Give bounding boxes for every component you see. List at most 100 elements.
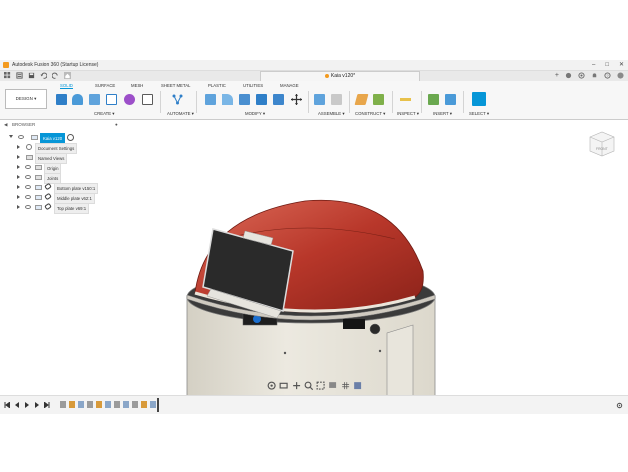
extensions-icon[interactable] xyxy=(565,72,572,79)
job-status-icon[interactable] xyxy=(578,72,585,79)
chamfer-icon[interactable] xyxy=(239,94,250,105)
new-tab-icon[interactable]: + xyxy=(555,72,559,80)
workspace-switcher-button[interactable]: DESIGN ▾ xyxy=(5,89,47,109)
visibility-eye-icon[interactable] xyxy=(25,185,31,189)
timeline-marker[interactable] xyxy=(157,398,159,412)
visibility-eye-icon[interactable] xyxy=(25,175,31,179)
timeline-feature[interactable] xyxy=(105,401,111,408)
go-to-start-icon[interactable] xyxy=(4,402,10,408)
timeline-feature[interactable] xyxy=(114,401,120,408)
timeline-feature[interactable] xyxy=(69,401,75,408)
tab-solid[interactable]: SOLID xyxy=(60,83,73,89)
timeline-feature[interactable] xyxy=(78,401,84,408)
insert-derive-icon[interactable] xyxy=(428,94,439,105)
fit-icon[interactable] xyxy=(316,381,325,391)
automate-menu[interactable]: AUTOMATE ▾ xyxy=(167,111,194,117)
timeline-feature[interactable] xyxy=(141,401,147,408)
collapse-icon[interactable]: ◀ xyxy=(4,122,7,128)
save-icon[interactable] xyxy=(28,72,35,79)
timeline-feature[interactable] xyxy=(132,401,138,408)
assemble-menu[interactable]: ASSEMBLE ▾ xyxy=(318,111,345,117)
automate-icon[interactable] xyxy=(172,94,183,105)
hole-icon[interactable] xyxy=(106,94,117,105)
orbit-icon[interactable] xyxy=(267,381,276,391)
browser-pin-icon[interactable]: ● xyxy=(115,122,118,127)
activate-radio-icon[interactable] xyxy=(67,134,74,141)
move-copy-icon[interactable] xyxy=(291,94,302,105)
tab-surface[interactable]: SURFACE xyxy=(95,83,115,88)
tab-mesh[interactable]: MESH xyxy=(131,83,143,88)
browser-item-middle-plate[interactable]: Middle plate v62:1 xyxy=(0,192,125,204)
undo-icon[interactable] xyxy=(40,72,47,79)
go-to-end-icon[interactable] xyxy=(44,402,50,408)
help-icon[interactable]: ? xyxy=(604,72,611,79)
timeline-feature[interactable] xyxy=(150,401,156,408)
expand-icon[interactable] xyxy=(9,135,13,138)
tab-utilities[interactable]: UTILITIES xyxy=(243,83,263,88)
minimize-icon[interactable]: – xyxy=(592,61,595,69)
browser-item-named-views[interactable]: Named Views xyxy=(0,153,125,164)
step-back-icon[interactable] xyxy=(14,402,20,408)
user-avatar-icon[interactable] xyxy=(617,72,624,79)
maximize-icon[interactable]: □ xyxy=(605,61,609,69)
robot-model[interactable] xyxy=(186,199,436,397)
timeline-feature[interactable] xyxy=(96,401,102,408)
look-at-icon[interactable] xyxy=(279,381,288,390)
pattern-icon[interactable] xyxy=(142,94,153,105)
expand-arrow-icon[interactable] xyxy=(17,165,20,169)
fillet-icon[interactable] xyxy=(222,94,233,105)
offset-plane-icon[interactable] xyxy=(354,94,369,105)
model-viewport[interactable] xyxy=(125,121,628,397)
tab-plastic[interactable]: PLASTIC xyxy=(208,83,226,88)
pan-icon[interactable] xyxy=(292,381,301,390)
axis-icon[interactable] xyxy=(373,94,384,105)
play-icon[interactable] xyxy=(24,402,30,408)
timeline-feature[interactable] xyxy=(60,401,66,408)
insert-menu[interactable]: INSERT ▾ xyxy=(433,111,452,117)
browser-item-top-plate[interactable]: Top plate v69:1 xyxy=(0,202,125,214)
construct-menu[interactable]: CONSTRUCT ▾ xyxy=(355,111,385,117)
notifications-icon[interactable] xyxy=(591,72,598,79)
data-panel-icon[interactable] xyxy=(4,72,11,79)
display-settings-icon[interactable] xyxy=(328,381,337,390)
measure-icon[interactable] xyxy=(400,94,411,105)
browser-item-joints[interactable]: Joints xyxy=(0,173,125,184)
visibility-eye-icon[interactable] xyxy=(18,135,24,139)
grid-settings-icon[interactable] xyxy=(341,381,350,390)
browser-root[interactable]: Kaia v120 xyxy=(0,133,125,144)
expand-arrow-icon[interactable] xyxy=(17,155,20,159)
timeline-feature[interactable] xyxy=(87,401,93,408)
select-icon[interactable] xyxy=(472,92,486,106)
document-tab[interactable]: Kaia v120* xyxy=(260,71,420,81)
timeline-feature[interactable] xyxy=(123,401,129,408)
visibility-eye-icon[interactable] xyxy=(25,195,31,199)
select-menu[interactable]: SELECT ▾ xyxy=(469,111,489,117)
file-menu-icon[interactable] xyxy=(16,72,23,79)
visibility-eye-icon[interactable] xyxy=(25,165,31,169)
timeline-settings-gear-icon[interactable] xyxy=(616,402,623,409)
revolve-icon[interactable] xyxy=(89,94,100,105)
browser-item-origin[interactable]: Origin xyxy=(0,163,125,174)
browser-item-bottom-plate[interactable]: Bottom plate v150:1 xyxy=(0,182,125,194)
shell-icon[interactable] xyxy=(256,94,267,105)
extrude-icon[interactable] xyxy=(72,94,83,105)
joint-icon[interactable] xyxy=(331,94,342,105)
new-component-icon[interactable] xyxy=(56,94,67,105)
redo-icon[interactable] xyxy=(52,72,59,79)
new-component-assemble-icon[interactable] xyxy=(314,94,325,105)
tab-manage[interactable]: MANAGE xyxy=(280,83,299,88)
expand-arrow-icon[interactable] xyxy=(17,145,20,149)
visibility-eye-icon[interactable] xyxy=(25,205,31,209)
tab-sheet-metal[interactable]: SHEET METAL xyxy=(161,83,190,88)
home-icon[interactable] xyxy=(64,72,71,79)
expand-arrow-icon[interactable] xyxy=(17,205,20,209)
zoom-icon[interactable] xyxy=(304,381,313,391)
expand-arrow-icon[interactable] xyxy=(17,195,20,199)
create-menu[interactable]: CREATE ▾ xyxy=(94,111,114,117)
step-forward-icon[interactable] xyxy=(34,402,40,408)
modify-menu[interactable]: MODIFY ▾ xyxy=(245,111,265,117)
browser-item-document-settings[interactable]: Document Settings xyxy=(0,143,125,154)
close-icon[interactable]: ✕ xyxy=(619,61,624,69)
expand-arrow-icon[interactable] xyxy=(17,175,20,179)
press-pull-icon[interactable] xyxy=(205,94,216,105)
